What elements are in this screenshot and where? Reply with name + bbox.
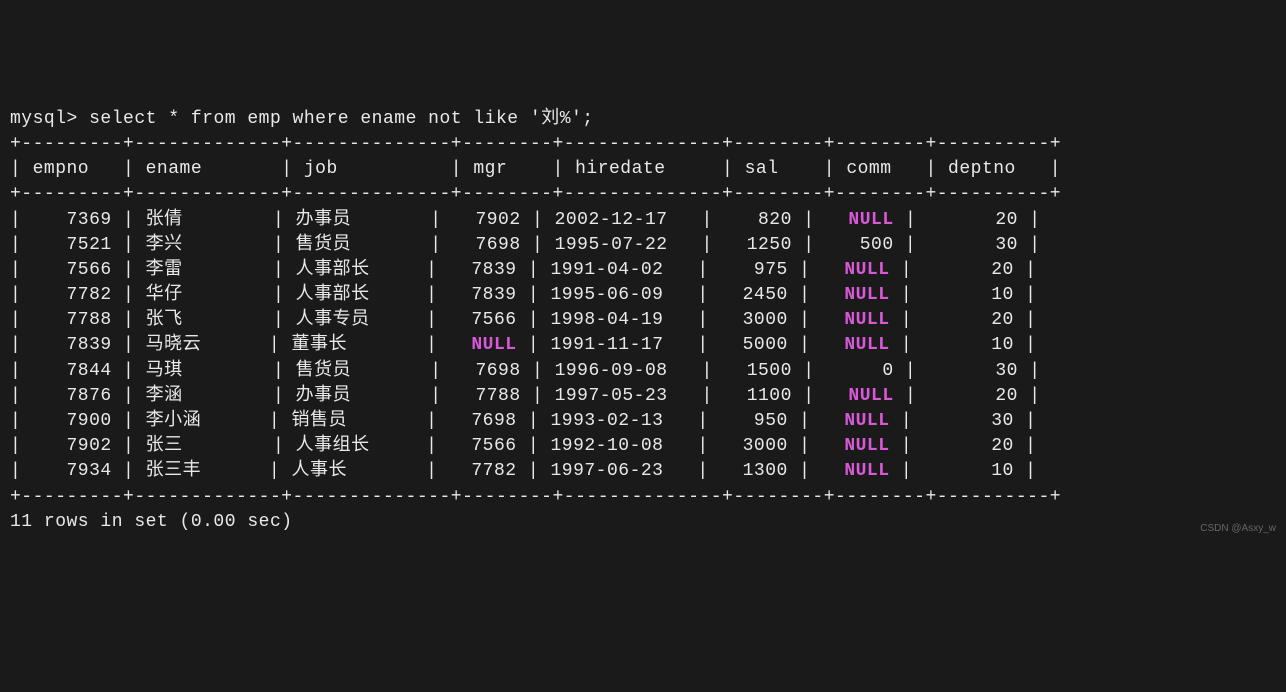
null-value: NULL bbox=[848, 386, 893, 406]
table-row: | 7839 | 马晓云 | 董事长 | NULL | 1991-11-17 |… bbox=[10, 335, 1037, 355]
mysql-prompt: mysql> bbox=[10, 109, 89, 129]
watermark: CSDN @Asxy_w bbox=[1200, 522, 1276, 536]
table-row: | 7876 | 李涵 | 办事员 | 7788 | 1997-05-23 | … bbox=[10, 386, 1041, 406]
null-value: NULL bbox=[471, 335, 516, 355]
table-border: +---------+-------------+--------------+… bbox=[10, 184, 1061, 204]
mysql-terminal-output: mysql> select * from emp where ename not… bbox=[10, 107, 1276, 535]
table-row: | 7521 | 李兴 | 售货员 | 7698 | 1995-07-22 | … bbox=[10, 235, 1041, 255]
table-row: | 7782 | 华仔 | 人事部长 | 7839 | 1995-06-09 |… bbox=[10, 285, 1036, 305]
table-border: +---------+-------------+--------------+… bbox=[10, 487, 1061, 507]
table-row: | 7934 | 张三丰 | 人事长 | 7782 | 1997-06-23 |… bbox=[10, 461, 1036, 481]
null-value: NULL bbox=[848, 210, 893, 230]
result-footer: 11 rows in set (0.00 sec) bbox=[10, 512, 293, 532]
table-header: | empno | ename | job | mgr | hiredate |… bbox=[10, 159, 1061, 179]
table-row: | 7369 | 张倩 | 办事员 | 7902 | 2002-12-17 | … bbox=[10, 210, 1041, 230]
null-value: NULL bbox=[844, 461, 889, 481]
table-row: | 7844 | 马琪 | 售货员 | 7698 | 1996-09-08 | … bbox=[10, 361, 1041, 381]
null-value: NULL bbox=[844, 260, 889, 280]
table-border: +---------+-------------+--------------+… bbox=[10, 134, 1061, 154]
null-value: NULL bbox=[844, 411, 889, 431]
null-value: NULL bbox=[844, 335, 889, 355]
table-row: | 7900 | 李小涵 | 销售员 | 7698 | 1993-02-13 |… bbox=[10, 411, 1036, 431]
table-row: | 7788 | 张飞 | 人事专员 | 7566 | 1998-04-19 |… bbox=[10, 310, 1036, 330]
table-row: | 7566 | 李雷 | 人事部长 | 7839 | 1991-04-02 |… bbox=[10, 260, 1036, 280]
sql-query: select * from emp where ename not like '… bbox=[89, 109, 593, 129]
null-value: NULL bbox=[844, 436, 889, 456]
null-value: NULL bbox=[844, 285, 889, 305]
table-row: | 7902 | 张三 | 人事组长 | 7566 | 1992-10-08 |… bbox=[10, 436, 1036, 456]
null-value: NULL bbox=[844, 310, 889, 330]
